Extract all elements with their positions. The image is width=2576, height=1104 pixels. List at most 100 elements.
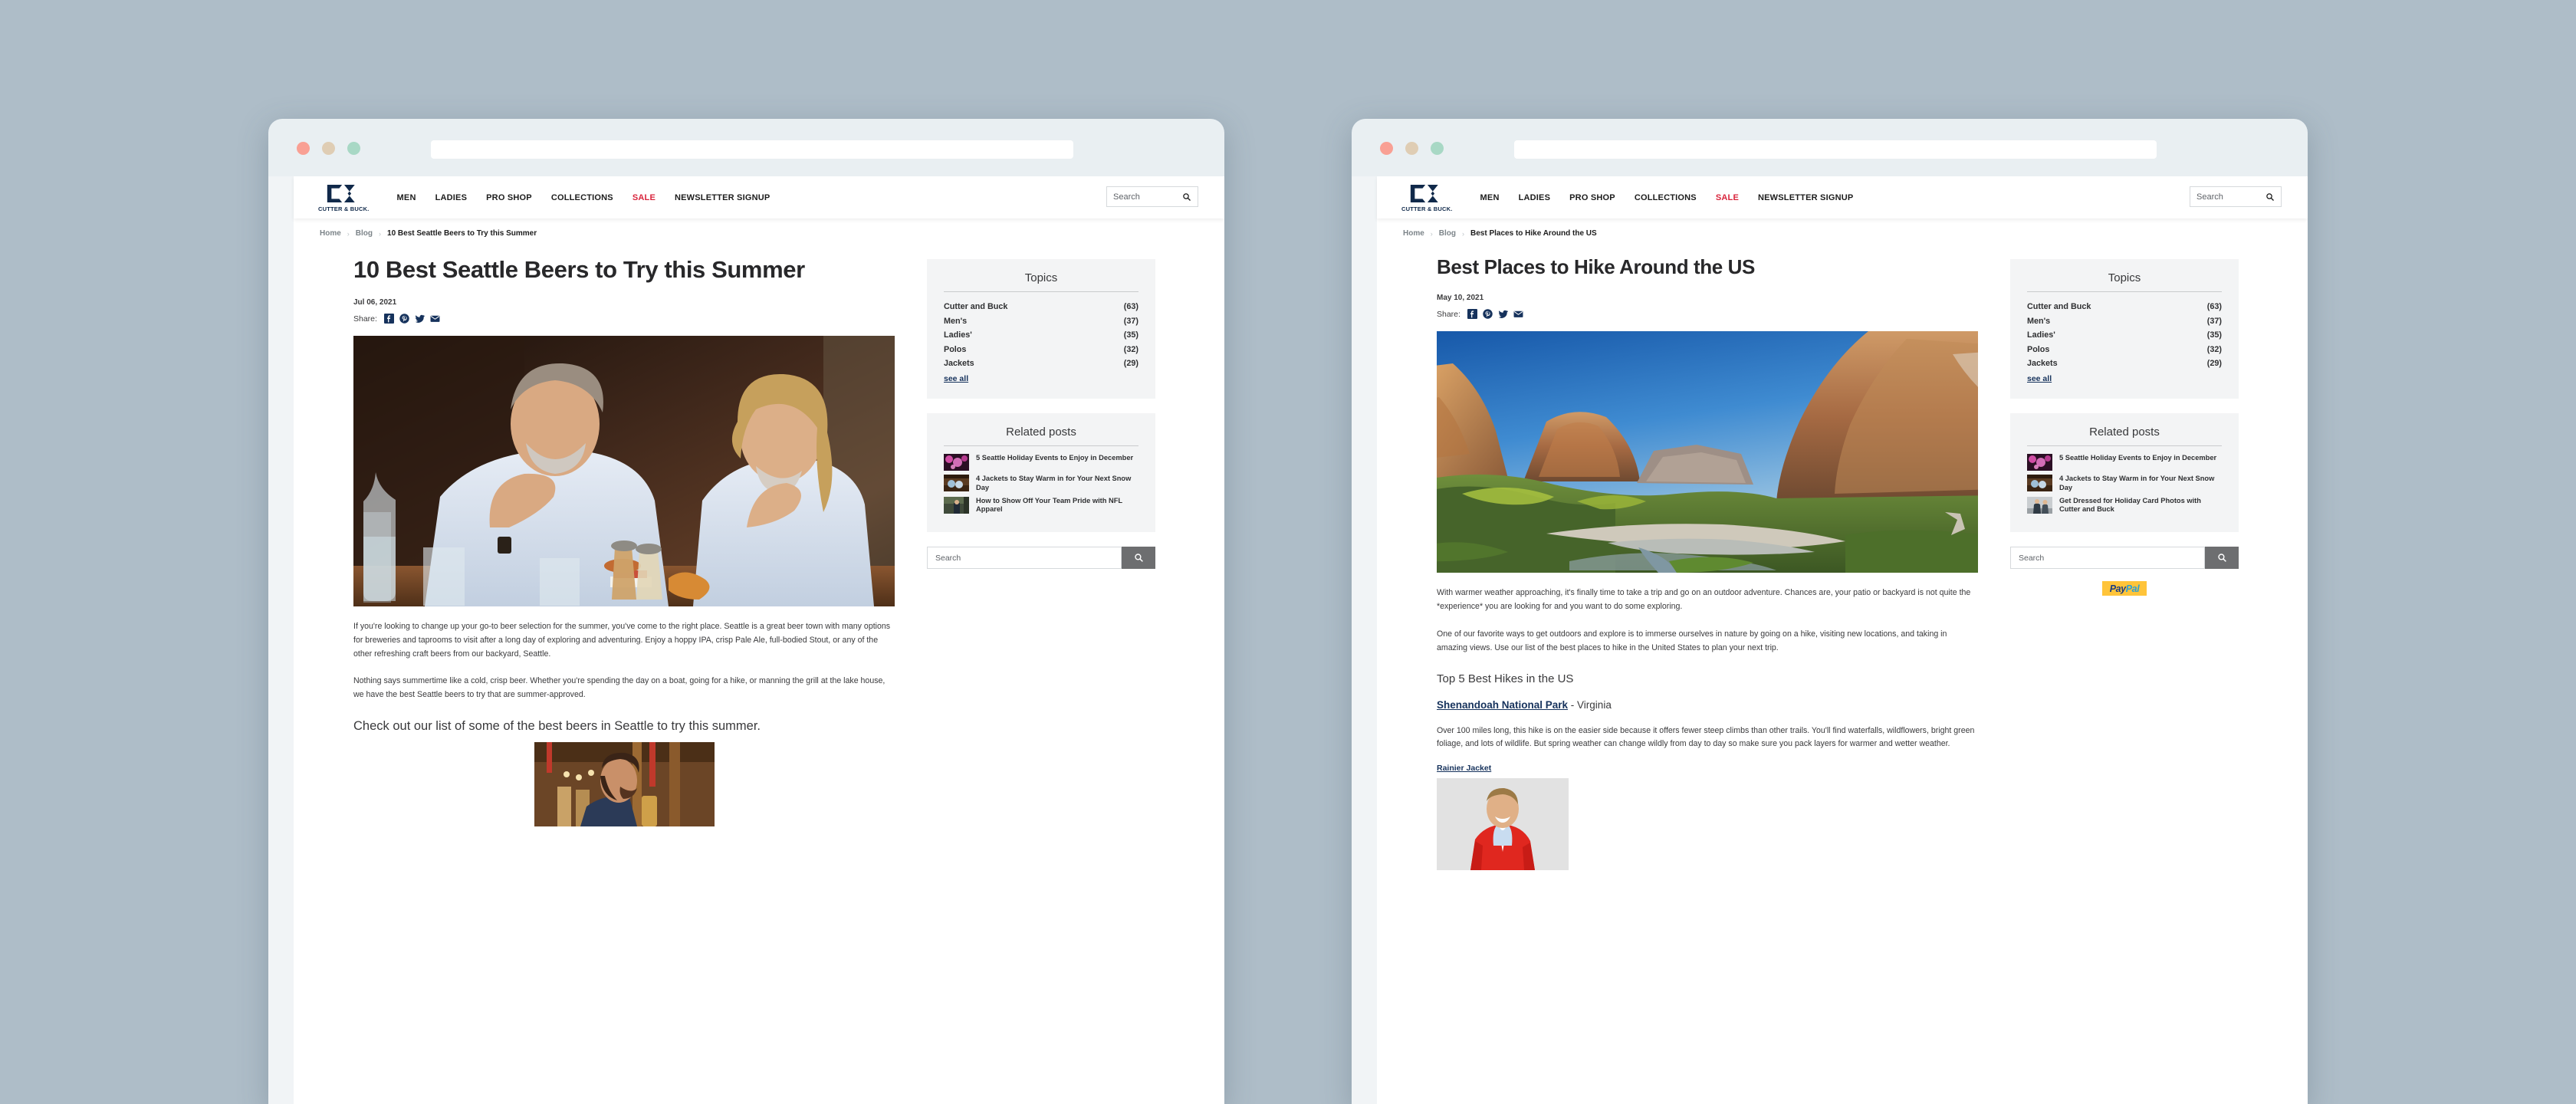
sidebar-search: Search	[927, 547, 1155, 570]
breadcrumb-blog[interactable]: Blog	[1439, 229, 1456, 238]
article-hero-image	[1437, 331, 1978, 573]
desktop-canvas: CUTTER & BUCK. MEN LADIES PRO SHOP COLLE…	[0, 0, 2576, 1104]
traffic-lights-left	[297, 142, 360, 155]
related-post-item[interactable]: 5 Seattle Holiday Events to Enjoy in Dec…	[944, 453, 1138, 471]
topic-count: (63)	[1123, 302, 1138, 311]
post-date: May 10, 2021	[1437, 294, 1484, 303]
share-row: Share:	[1437, 309, 1978, 320]
see-all-topics-link[interactable]: see all	[2027, 374, 2052, 383]
nav-item-ladies[interactable]: LADIES	[435, 193, 468, 202]
topic-row[interactable]: Men's (37)	[2027, 314, 2222, 329]
topic-count: (29)	[2206, 359, 2222, 369]
header-search-input[interactable]: Search	[1106, 186, 1198, 207]
topic-row[interactable]: Cutter and Buck (63)	[2027, 300, 2222, 314]
topic-row[interactable]: Men's (37)	[944, 314, 1138, 329]
nav-item-men[interactable]: MEN	[1480, 193, 1500, 202]
breadcrumb-blog[interactable]: Blog	[356, 229, 373, 238]
maximize-button[interactable]	[1431, 142, 1444, 155]
article-paragraph: If you're looking to change up your go-t…	[353, 622, 891, 659]
topic-label: Cutter and Buck	[2027, 302, 2091, 311]
sidebar-column: Topics Cutter and Buck (63) Men's (37) L…	[1993, 245, 2239, 870]
related-post-item[interactable]: Get Dressed for Holiday Card Photos with…	[2027, 496, 2222, 515]
related-post-title: 4 Jackets to Stay Warm in for Your Next …	[976, 474, 1132, 491]
minimize-button[interactable]	[322, 142, 335, 155]
topic-count: (63)	[2206, 302, 2222, 311]
nav-item-newsletter-signup[interactable]: NEWSLETTER SIGNUP	[1758, 193, 1853, 202]
address-bar[interactable]	[1514, 140, 2157, 159]
related-post-title: 5 Seattle Holiday Events to Enjoy in Dec…	[976, 453, 1134, 462]
breadcrumb-home[interactable]: Home	[320, 229, 341, 238]
topic-label: Jackets	[2027, 359, 2058, 369]
nav-item-sale[interactable]: SALE	[632, 193, 656, 202]
topic-label: Jackets	[944, 359, 974, 369]
topic-row[interactable]: Polos (32)	[2027, 343, 2222, 357]
related-post-item[interactable]: 4 Jackets to Stay Warm in for Your Next …	[944, 474, 1138, 493]
breadcrumb: Home › Blog › 10 Best Seattle Beers to T…	[294, 219, 1224, 245]
twitter-icon[interactable]	[1498, 309, 1508, 319]
topic-row[interactable]: Jackets (29)	[2027, 356, 2222, 371]
hike-entry-suffix: - Virginia	[1568, 698, 1612, 711]
address-bar[interactable]	[431, 140, 1073, 159]
pinterest-icon[interactable]	[1483, 309, 1493, 320]
nav-item-pro-shop[interactable]: PRO SHOP	[486, 193, 532, 202]
minimize-button[interactable]	[1405, 142, 1418, 155]
topic-label: Polos	[944, 344, 967, 354]
topic-label: Cutter and Buck	[944, 302, 1008, 311]
product-link-rainier-jacket[interactable]: Rainier Jacket	[1437, 764, 1491, 773]
brand-logo[interactable]: CUTTER & BUCK.	[1377, 183, 1453, 212]
nav-item-newsletter-signup[interactable]: NEWSLETTER SIGNUP	[675, 193, 770, 202]
topic-row[interactable]: Ladies' (35)	[2027, 328, 2222, 343]
related-post-item[interactable]: How to Show Off Your Team Pride with NFL…	[944, 496, 1138, 515]
paypal-badge[interactable]: Pay Pal	[2102, 581, 2147, 596]
browser-window-right[interactable]: CUTTER & BUCK. MEN LADIES PRO SHOP COLLE…	[1352, 119, 2308, 1104]
close-button[interactable]	[1380, 142, 1393, 155]
hike-entry-link[interactable]: Shenandoah National Park	[1437, 699, 1568, 711]
header-search-placeholder: Search	[1113, 192, 1140, 202]
brand-logo[interactable]: CUTTER & BUCK.	[294, 183, 370, 212]
facebook-icon[interactable]	[1467, 309, 1477, 320]
email-icon[interactable]	[1513, 309, 1523, 319]
header-search-input[interactable]: Search	[2190, 186, 2282, 207]
topic-count: (29)	[1123, 359, 1138, 369]
maximize-button[interactable]	[347, 142, 360, 155]
topic-row[interactable]: Cutter and Buck (63)	[944, 300, 1138, 314]
traffic-lights-right	[1380, 142, 1444, 155]
related-post-thumbnail	[944, 496, 969, 514]
topic-count: (37)	[2206, 316, 2222, 326]
product-image[interactable]	[1437, 778, 1569, 871]
see-all-topics-link[interactable]: see all	[944, 374, 968, 383]
topic-row[interactable]: Ladies' (35)	[944, 328, 1138, 343]
breadcrumb-home[interactable]: Home	[1403, 229, 1424, 238]
nav-item-ladies[interactable]: LADIES	[1519, 193, 1551, 202]
sidebar-search-input[interactable]: Search	[927, 547, 1122, 570]
article-paragraph: With warmer weather approaching, it's fi…	[1437, 588, 1971, 612]
topic-row[interactable]: Jackets (29)	[944, 356, 1138, 371]
article-section-heading: Top 5 Best Hikes in the US	[1437, 672, 1574, 685]
topic-row[interactable]: Polos (32)	[944, 343, 1138, 357]
email-icon[interactable]	[430, 314, 440, 324]
twitter-icon[interactable]	[415, 314, 425, 324]
topic-label: Ladies'	[944, 330, 972, 340]
pinterest-icon[interactable]	[399, 314, 409, 324]
facebook-icon[interactable]	[383, 314, 394, 324]
nav-item-collections[interactable]: COLLECTIONS	[551, 193, 613, 202]
topics-card: Topics Cutter and Buck (63) Men's (37) L…	[2010, 259, 2239, 399]
breadcrumb: Home › Blog › Best Places to Hike Around…	[1377, 219, 2308, 245]
nav-item-men[interactable]: MEN	[397, 193, 416, 202]
browser-window-left[interactable]: CUTTER & BUCK. MEN LADIES PRO SHOP COLLE…	[268, 119, 1224, 1104]
nav-item-sale[interactable]: SALE	[1716, 193, 1739, 202]
related-post-item[interactable]: 5 Seattle Holiday Events to Enjoy in Dec…	[2027, 453, 2222, 471]
nav-item-collections[interactable]: COLLECTIONS	[1635, 193, 1697, 202]
breadcrumb-current: Best Places to Hike Around the US	[1470, 229, 1597, 238]
nav-item-pro-shop[interactable]: PRO SHOP	[1569, 193, 1615, 202]
sidebar-search-button[interactable]	[1122, 547, 1155, 570]
related-post-title: Get Dressed for Holiday Card Photos with…	[2059, 496, 2201, 514]
close-button[interactable]	[297, 142, 310, 155]
cutter-buck-logo-icon	[327, 184, 355, 202]
sidebar-search-button[interactable]	[2205, 547, 2239, 570]
topics-heading: Topics	[944, 271, 1138, 292]
related-post-item[interactable]: 4 Jackets to Stay Warm in for Your Next …	[2027, 474, 2222, 493]
nfl-apparel-thumb-icon	[944, 496, 969, 514]
sidebar-search-input[interactable]: Search	[2010, 547, 2205, 570]
related-post-thumbnail	[944, 453, 969, 471]
